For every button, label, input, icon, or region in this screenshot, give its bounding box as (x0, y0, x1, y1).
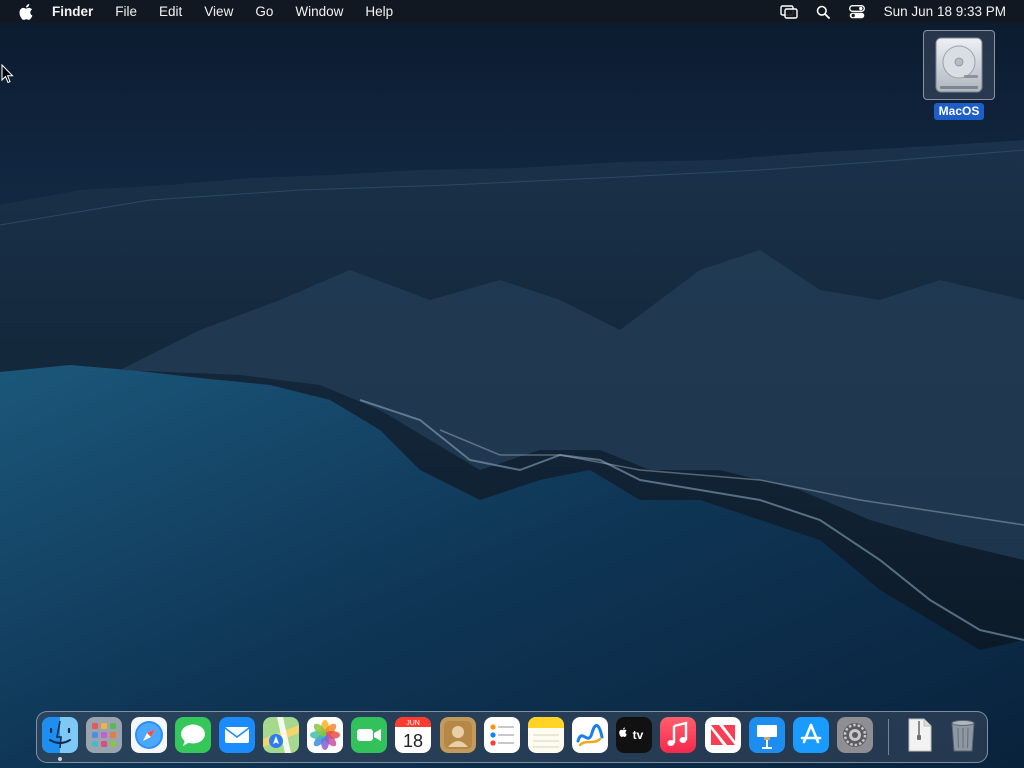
desktop-wallpaper (0, 0, 1024, 768)
appletv-label: tv (633, 728, 644, 742)
finder-icon (42, 717, 78, 753)
dock-separator (888, 719, 889, 755)
dock-mail[interactable] (219, 717, 255, 753)
dock-system-settings[interactable] (837, 717, 873, 753)
calendar-day: 18 (403, 731, 423, 751)
dock-maps[interactable] (263, 717, 299, 753)
desktop-disk-item[interactable] (923, 30, 995, 100)
notes-icon (528, 717, 564, 753)
menu-bar: Finder File Edit View Go Window Help Sun… (0, 0, 1024, 23)
keynote-icon (749, 717, 785, 753)
menu-window[interactable]: Window (284, 0, 354, 23)
dock-appstore[interactable] (793, 717, 829, 753)
dock-notes[interactable] (528, 717, 564, 753)
menu-file[interactable]: File (104, 0, 148, 23)
dock-news[interactable] (705, 717, 741, 753)
archive-file-icon (908, 718, 932, 752)
dock-messages[interactable] (175, 717, 211, 753)
menu-go[interactable]: Go (244, 0, 284, 23)
dock-contacts[interactable] (440, 717, 476, 753)
photos-icon (307, 717, 343, 753)
screen-mirroring-icon[interactable] (778, 0, 800, 23)
dock-finder[interactable] (42, 717, 78, 753)
news-icon (705, 717, 741, 753)
dock-trash[interactable] (945, 717, 981, 753)
contacts-icon (440, 717, 476, 753)
control-center-icon[interactable] (846, 0, 868, 23)
dock-calendar[interactable]: JUN 18 (395, 717, 431, 753)
trash-icon (951, 720, 975, 752)
desktop-disk-label[interactable]: MacOS (934, 103, 984, 120)
mail-icon (219, 717, 255, 753)
reminders-icon (484, 717, 520, 753)
music-icon (660, 717, 696, 753)
safari-icon (131, 717, 167, 753)
menu-view[interactable]: View (193, 0, 244, 23)
maps-icon (263, 717, 299, 753)
appletv-icon: tv (616, 717, 652, 753)
messages-icon (175, 717, 211, 753)
menu-help[interactable]: Help (354, 0, 404, 23)
menu-edit[interactable]: Edit (148, 0, 193, 23)
menu-bar-clock[interactable]: Sun Jun 18 9:33 PM (884, 4, 1006, 19)
dock-reminders[interactable] (484, 717, 520, 753)
menu-app-finder[interactable]: Finder (48, 0, 104, 23)
calendar-month: JUN (406, 720, 420, 727)
dock-archive-file[interactable] (901, 717, 937, 753)
calendar-icon: JUN 18 (395, 717, 431, 753)
dock-safari[interactable] (131, 717, 167, 753)
dock-photos[interactable] (307, 717, 343, 753)
dock-appletv[interactable]: tv (616, 717, 652, 753)
dock-keynote[interactable] (749, 717, 785, 753)
settings-icon (837, 717, 873, 753)
apple-menu-icon[interactable] (14, 0, 38, 23)
appstore-icon (793, 717, 829, 753)
running-indicator (58, 757, 62, 761)
freeform-icon (572, 717, 608, 753)
dock-freeform[interactable] (572, 717, 608, 753)
launchpad-icon (86, 717, 122, 753)
dock-facetime[interactable] (351, 717, 387, 753)
search-icon[interactable] (812, 0, 834, 23)
facetime-icon (351, 717, 387, 753)
dock-music[interactable] (660, 717, 696, 753)
mouse-pointer-icon (1, 64, 14, 84)
hard-drive-icon (935, 37, 983, 93)
dock-launchpad[interactable] (86, 717, 122, 753)
